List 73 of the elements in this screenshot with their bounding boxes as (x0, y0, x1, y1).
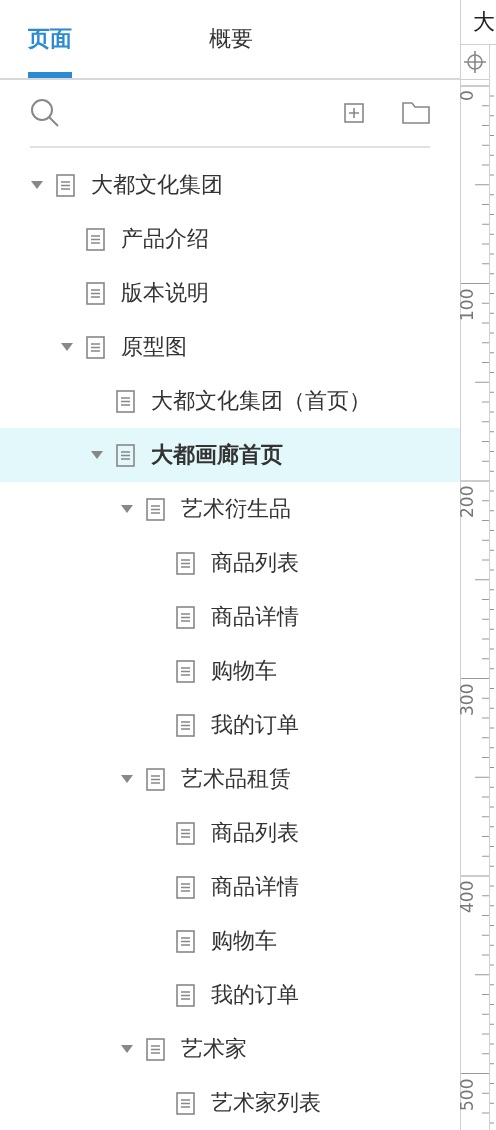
page-name: 艺术品租赁 (181, 765, 291, 793)
page-icon (176, 875, 195, 899)
page-name: 购物车 (211, 927, 277, 955)
page-name: 大都文化集团 (91, 171, 223, 199)
ruler-label: 400 (457, 879, 477, 913)
page-icon (176, 929, 195, 953)
ruler-label: 200 (457, 484, 477, 518)
tree-row[interactable]: 原型图 (0, 320, 460, 374)
add-page-icon[interactable] (344, 103, 364, 123)
tab[interactable]: 概要 (209, 0, 253, 78)
caret-icon[interactable] (121, 504, 133, 514)
tree-row[interactable]: 艺术品租赁 (0, 752, 460, 806)
page-icon (86, 335, 105, 359)
page-name: 大都文化集团（首页） (151, 387, 371, 415)
page-icon (146, 1037, 165, 1061)
page-icon (176, 551, 195, 575)
page-icon (176, 605, 195, 629)
tree-row[interactable]: 商品列表 (0, 536, 460, 590)
page-icon (176, 713, 195, 737)
page-icon (116, 389, 135, 413)
crosshair-icon[interactable] (464, 51, 486, 73)
page-name: 商品列表 (211, 549, 299, 577)
tree-row[interactable]: 购物车 (0, 644, 460, 698)
folder-icon[interactable] (402, 102, 430, 124)
page-icon (176, 821, 195, 845)
page-icon (86, 227, 105, 251)
caret-icon[interactable] (91, 450, 103, 460)
page-name: 商品详情 (211, 873, 299, 901)
caret-icon[interactable] (121, 1044, 133, 1054)
page-icon (146, 767, 165, 791)
page-icon (176, 983, 195, 1007)
tree-row[interactable]: 产品介绍 (0, 212, 460, 266)
tab[interactable]: 页面 (28, 0, 72, 78)
search-icon[interactable] (30, 98, 60, 128)
tree-row[interactable]: 商品列表 (0, 806, 460, 860)
tree-row[interactable]: 我的订单 (0, 698, 460, 752)
page-icon (146, 497, 165, 521)
page-name: 商品详情 (211, 603, 299, 631)
canvas-tab[interactable]: 大 (473, 7, 495, 37)
caret-icon[interactable] (31, 180, 43, 190)
tree-row[interactable]: 大都文化集团 (0, 158, 460, 212)
ruler-label: 100 (457, 287, 477, 321)
page-name: 大都画廊首页 (151, 441, 283, 469)
page-name: 我的订单 (211, 711, 299, 739)
page-name: 艺术家列表 (211, 1089, 321, 1117)
page-name: 我的订单 (211, 981, 299, 1009)
tree-row[interactable]: 我的订单 (0, 968, 460, 1022)
ruler-label: 500 (457, 1077, 477, 1111)
tree-row[interactable]: 购物车 (0, 914, 460, 968)
page-icon (56, 173, 75, 197)
ruler-label: 0 (457, 89, 477, 101)
caret-icon[interactable] (121, 774, 133, 784)
page-name: 艺术衍生品 (181, 495, 291, 523)
tree-row[interactable]: 大都文化集团（首页） (0, 374, 460, 428)
page-icon (116, 443, 135, 467)
tree-row[interactable]: 版本说明 (0, 266, 460, 320)
page-name: 产品介绍 (121, 225, 209, 253)
tree-row[interactable]: 艺术家列表 (0, 1076, 460, 1130)
page-name: 原型图 (121, 333, 187, 361)
page-name: 艺术家 (181, 1035, 247, 1063)
tree-row[interactable]: 艺术衍生品 (0, 482, 460, 536)
caret-icon[interactable] (61, 342, 73, 352)
page-icon (176, 659, 195, 683)
tree-row[interactable]: 大都画廊首页 (0, 428, 460, 482)
page-name: 商品列表 (211, 819, 299, 847)
page-name: 版本说明 (121, 279, 209, 307)
page-icon (86, 281, 105, 305)
tree-row[interactable]: 商品详情 (0, 590, 460, 644)
page-name: 购物车 (211, 657, 277, 685)
tree-row[interactable]: 商品详情 (0, 860, 460, 914)
ruler-label: 300 (457, 682, 477, 716)
tree-row[interactable]: 艺术家 (0, 1022, 460, 1076)
page-icon (176, 1091, 195, 1115)
